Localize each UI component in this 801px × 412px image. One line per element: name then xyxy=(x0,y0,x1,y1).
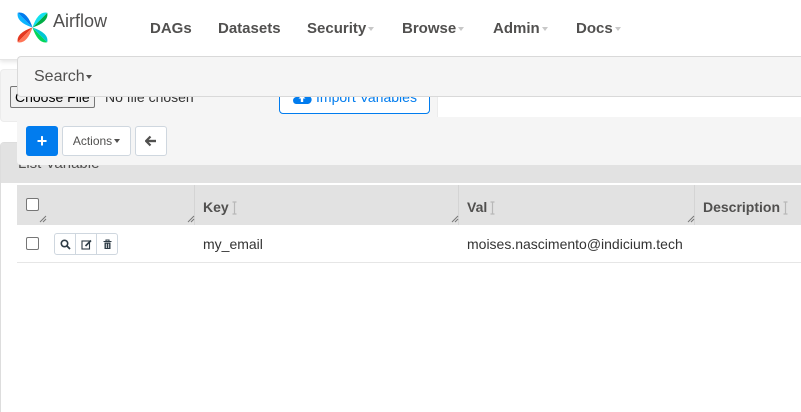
select-all-checkbox[interactable] xyxy=(26,198,39,211)
list-variable-panel: List Variable xyxy=(0,142,801,412)
chevron-down-icon xyxy=(541,27,548,32)
actions-dropdown-button[interactable]: Actions xyxy=(62,126,131,156)
actions-label: Actions xyxy=(72,134,113,148)
column-header-description[interactable]: Description xyxy=(703,199,788,215)
nav-datasets-label: Datasets xyxy=(218,20,281,37)
column-resize-icon[interactable] xyxy=(687,215,695,223)
top-navbar: Airflow DAGs Datasets Security Browse Ad… xyxy=(0,0,801,60)
airflow-logo-link[interactable]: Airflow xyxy=(14,9,107,46)
delete-record-button[interactable] xyxy=(96,233,118,255)
search-label: Search xyxy=(34,68,85,85)
show-record-button[interactable] xyxy=(54,233,76,255)
column-header-key[interactable]: Key xyxy=(203,199,237,215)
nav-browse[interactable]: Browse xyxy=(402,20,465,37)
nav-admin[interactable]: Admin xyxy=(493,20,548,37)
row-select-checkbox[interactable] xyxy=(26,237,39,250)
nav-docs-label: Docs xyxy=(576,20,613,37)
column-resize-icon[interactable] xyxy=(451,215,459,223)
column-resize-icon[interactable] xyxy=(39,215,47,223)
nav-datasets[interactable]: Datasets xyxy=(218,20,281,37)
add-record-button[interactable]: + xyxy=(26,126,58,156)
list-toolbar: + Actions xyxy=(17,117,801,165)
arrow-left-icon xyxy=(145,135,156,147)
airflow-pinwheel-icon xyxy=(17,12,48,43)
trash-icon xyxy=(103,238,111,249)
brand-name: Airflow xyxy=(53,11,108,31)
sort-icon xyxy=(490,201,495,215)
row-actions xyxy=(54,233,118,255)
nav-security-label: Security xyxy=(307,20,367,37)
sort-icon xyxy=(783,201,788,215)
chevron-down-icon xyxy=(114,139,121,143)
nav-dags[interactable]: DAGs xyxy=(150,20,192,37)
cell-key: my_email xyxy=(203,236,263,252)
nav-docs[interactable]: Docs xyxy=(576,20,621,37)
chevron-down-icon xyxy=(368,27,375,32)
column-val-label: Val xyxy=(467,199,488,215)
table-header: Key Val Description xyxy=(17,185,801,225)
cell-val: moises.nascimento@indicium.tech xyxy=(467,236,683,252)
column-header-val[interactable]: Val xyxy=(467,199,495,215)
nav-browse-label: Browse xyxy=(402,20,457,37)
search-panel: Search xyxy=(17,56,801,97)
chevron-down-icon xyxy=(85,74,92,79)
sort-icon xyxy=(232,201,237,215)
search-icon xyxy=(59,238,71,250)
chevron-down-icon xyxy=(614,27,621,32)
nav-dags-label: DAGs xyxy=(150,20,192,37)
edit-icon xyxy=(80,239,92,250)
edit-record-button[interactable] xyxy=(75,233,97,255)
column-resize-icon[interactable] xyxy=(187,215,195,223)
table-row: my_email moises.nascimento@indicium.tech xyxy=(17,225,801,263)
chevron-down-icon xyxy=(458,27,465,32)
search-dropdown[interactable]: Search xyxy=(34,68,92,86)
column-key-label: Key xyxy=(203,199,229,215)
column-description-label: Description xyxy=(703,199,781,215)
nav-security[interactable]: Security xyxy=(307,20,375,37)
back-button[interactable] xyxy=(135,126,167,156)
nav-admin-label: Admin xyxy=(493,20,540,37)
